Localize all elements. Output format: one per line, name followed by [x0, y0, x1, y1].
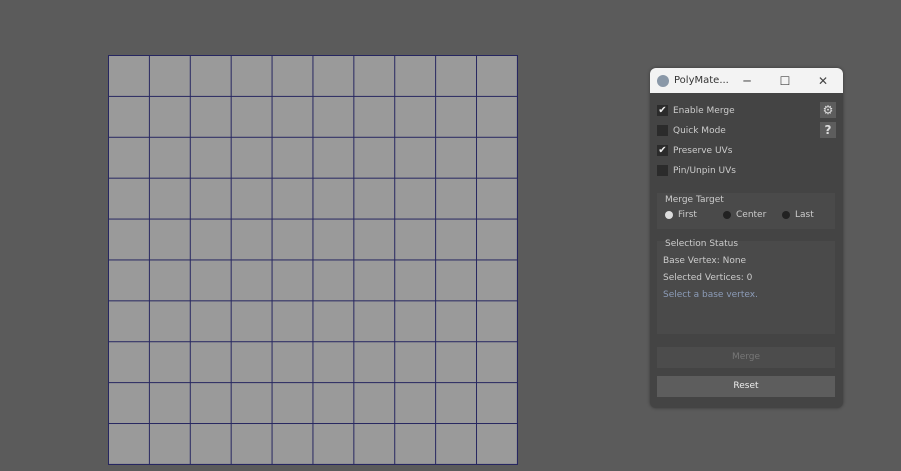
merge-button[interactable]: Merge [657, 347, 835, 368]
preserve-uvs-checkbox[interactable]: ✔ Preserve UVs [657, 145, 732, 156]
checkbox-label: Preserve UVs [673, 145, 733, 156]
app-logo-icon [657, 74, 669, 87]
checkbox-box [657, 125, 668, 136]
radio-first[interactable]: First [665, 210, 697, 220]
checkbox-label: Enable Merge [673, 105, 735, 116]
checkbox-label: Pin/Unpin UVs [673, 165, 736, 176]
close-button[interactable]: ✕ [804, 68, 842, 93]
selected-vertices-text: Selected Vertices: 0 [663, 273, 753, 283]
uv-grid-viewport[interactable] [108, 55, 518, 465]
title-bar[interactable]: PolyMate... ─ ☐ ✕ [650, 68, 843, 93]
selection-status-title: Selection Status [665, 239, 739, 249]
minimize-button[interactable]: ─ [728, 68, 766, 93]
settings-icon[interactable]: ⚙ [820, 102, 836, 118]
window-title: PolyMate... [674, 75, 729, 86]
checkbox-box [657, 165, 668, 176]
help-icon[interactable]: ? [820, 122, 836, 138]
base-vertex-text: Base Vertex: None [663, 256, 747, 266]
hint-text: Select a base vertex. [663, 290, 758, 300]
check-icon: ✔ [657, 105, 668, 116]
radio-center[interactable]: Center [723, 210, 766, 220]
polymate-window: PolyMate... ─ ☐ ✕ ✔ Enable Merge Quick Mo… [650, 68, 843, 408]
quick-mode-checkbox[interactable]: Quick Mode [657, 125, 726, 136]
radio-last[interactable]: Last [782, 210, 814, 220]
pin-unpin-uvs-checkbox[interactable]: Pin/Unpin UVs [657, 165, 736, 176]
checkbox-label: Quick Mode [673, 125, 726, 136]
merge-target-group: Merge Target First Center Last [657, 193, 835, 229]
enable-merge-checkbox[interactable]: ✔ Enable Merge [657, 105, 735, 116]
selection-status-group: Selection Status Base Vertex: None Selec… [657, 239, 835, 334]
check-icon: ✔ [657, 145, 668, 156]
merge-target-title: Merge Target [665, 195, 724, 205]
reset-button[interactable]: Reset [657, 376, 835, 397]
maximize-button[interactable]: ☐ [766, 68, 804, 93]
